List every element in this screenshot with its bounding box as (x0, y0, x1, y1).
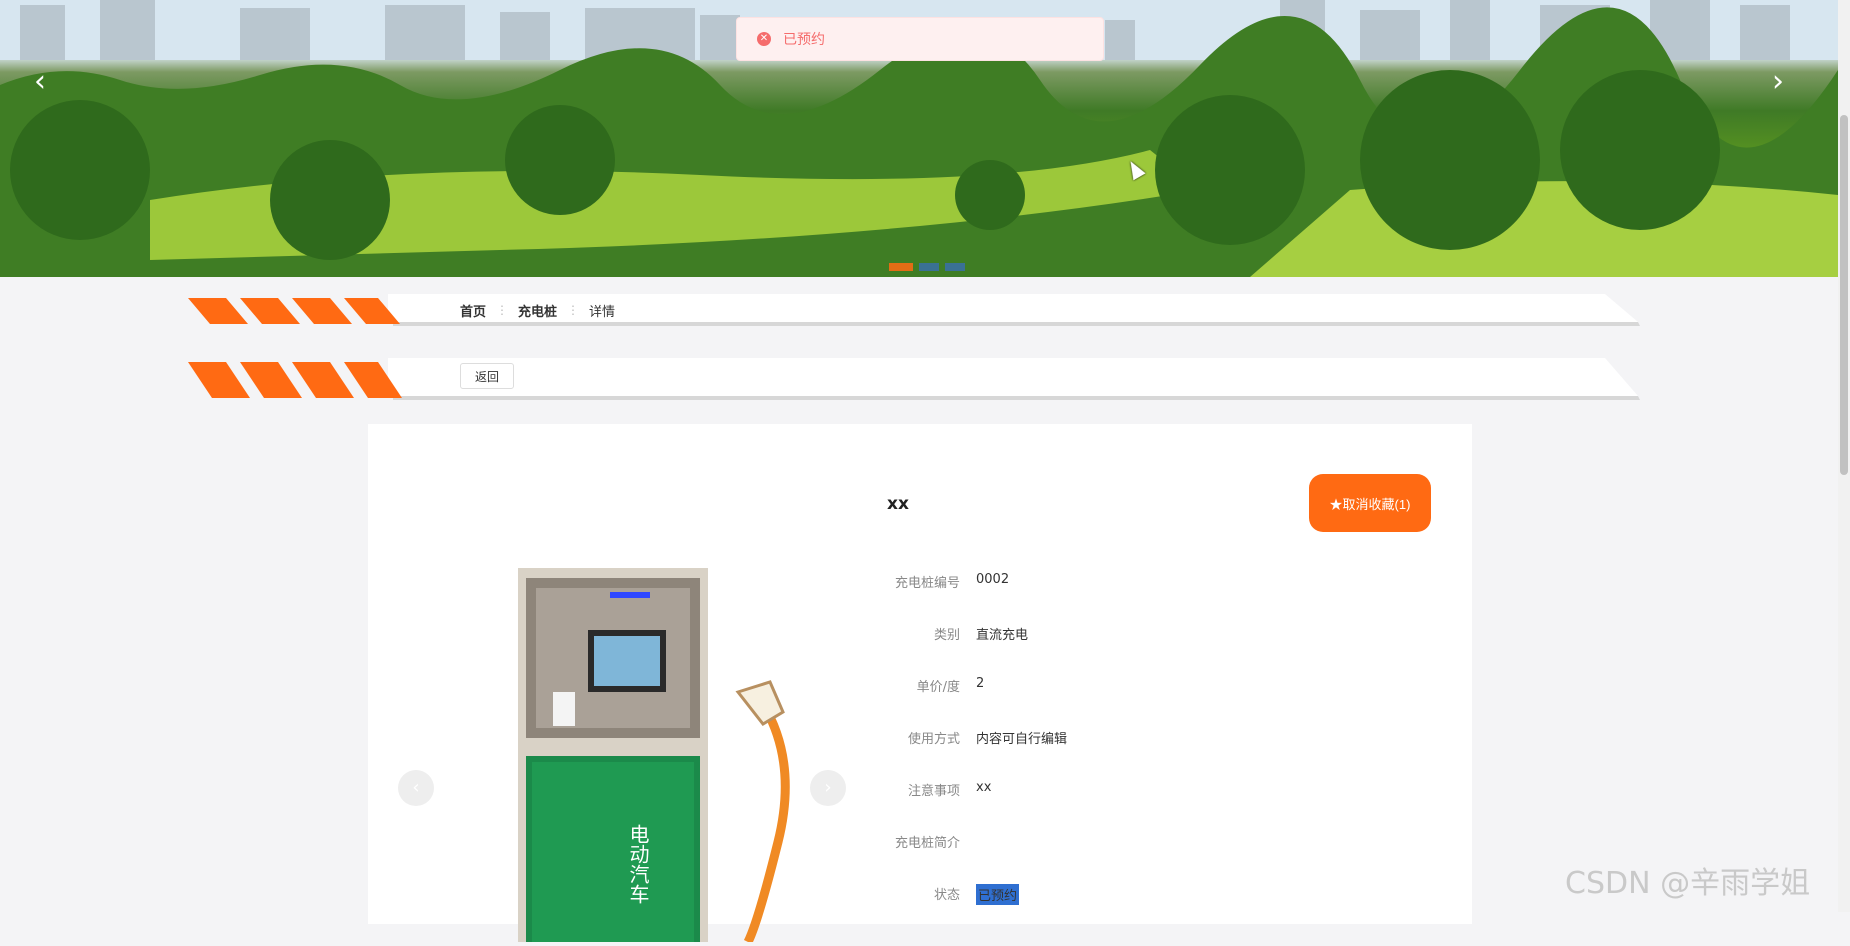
toast-text: 已预约 (783, 32, 825, 48)
field-row: 使用方式 内容可自行编辑 (838, 728, 1067, 780)
field-value: 直流充电 (976, 628, 1029, 643)
field-label: 注意事项 (907, 784, 960, 799)
field-label: 使用方式 (907, 732, 960, 747)
breadcrumb-charging-pile[interactable]: 充电桩 (518, 301, 557, 320)
back-button[interactable]: 返回 (460, 363, 515, 389)
field-row: 充电桩简介 (838, 832, 1067, 884)
cancel-favorite-button[interactable]: ★取消收藏(1) (1309, 474, 1431, 532)
banner-dot[interactable] (919, 263, 939, 271)
status-value: 已预约 (976, 884, 1020, 905)
watermark: CSDN @辛雨学姐 (1565, 866, 1811, 901)
field-label: 类别 (933, 628, 960, 643)
field-row: 注意事项 xx (838, 780, 1067, 832)
banner-next-button[interactable]: › (1763, 62, 1793, 102)
breadcrumb-separator: ⋮ (496, 303, 509, 317)
charging-pile-image: 电动汽车 (518, 568, 790, 945)
detail-fields: 充电桩编号 0002 类别 直流充电 单价/度 2 使用方式 内容可自行编辑 注… (838, 572, 1067, 936)
page-scrollbar[interactable] (1838, 0, 1850, 912)
field-label: 充电桩编号 (894, 576, 960, 591)
detail-card: 电动汽车 ‹ › xx ★取消收藏(1) 充电桩编号 0002 类别 直流充电 … (368, 424, 1472, 945)
close-circle-icon: ✕ (757, 32, 771, 46)
field-row: 单价/度 2 (838, 676, 1067, 728)
field-label: 单价/度 (916, 680, 960, 695)
error-toast: ✕ 已预约 (736, 17, 1104, 61)
banner-dot[interactable] (889, 263, 913, 271)
strip-decoration (188, 358, 1640, 400)
breadcrumb-separator: ⋮ (567, 303, 580, 317)
field-label: 充电桩简介 (894, 836, 960, 851)
field-value: 0002 (976, 572, 1010, 587)
banner-indicators (889, 263, 965, 271)
detail-title: xx (887, 494, 909, 514)
field-row: 类别 直流充电 (838, 624, 1067, 676)
breadcrumb-home[interactable]: 首页 (460, 301, 486, 320)
banner-prev-button[interactable]: ‹ (25, 62, 55, 102)
gallery-prev-button[interactable]: ‹ (398, 770, 434, 806)
breadcrumb: 首页 ⋮ 充电桩 ⋮ 详情 (460, 294, 615, 326)
breadcrumb-strip: 首页 ⋮ 充电桩 ⋮ 详情 (188, 294, 1640, 326)
breadcrumb-detail: 详情 (589, 304, 616, 320)
scrollbar-thumb[interactable] (1840, 115, 1848, 475)
field-row: 充电桩编号 0002 (838, 572, 1067, 624)
banner-dot[interactable] (945, 263, 965, 271)
field-label: 状态 (933, 888, 960, 903)
field-value: 内容可自行编辑 (976, 732, 1068, 747)
action-strip: 返回 (188, 358, 1640, 400)
field-value: xx (976, 780, 992, 795)
svg-text:电动汽车: 电动汽车 (626, 824, 650, 904)
field-value: 2 (976, 676, 985, 691)
field-row: 状态 已预约 (838, 884, 1067, 936)
image-gallery: 电动汽车 ‹ › (398, 542, 846, 945)
strip-decoration (188, 294, 1640, 326)
